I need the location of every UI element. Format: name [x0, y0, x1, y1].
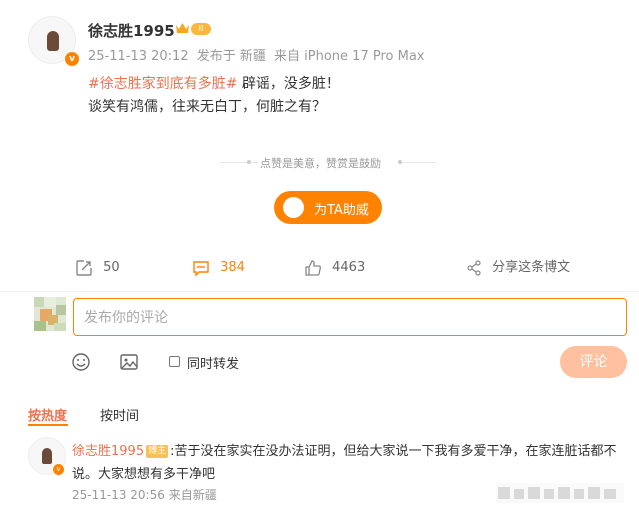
comment-avatar-figure	[42, 448, 52, 464]
share-label: 分享这条博文	[492, 260, 571, 275]
comment-username[interactable]: 徐志胜1995	[72, 444, 144, 459]
comment-body: 徐志胜1995 博主:苦于没在家实在没办法证明，但给大家说一下我有多爱干净，在家连…	[72, 440, 628, 486]
repost-button[interactable]: 50	[75, 258, 120, 278]
post-location: 发布于 新疆	[196, 49, 266, 64]
verified-badge: v	[64, 51, 80, 67]
share-icon	[467, 259, 481, 276]
like-icon	[305, 259, 321, 276]
crown-icon	[176, 23, 189, 33]
also-repost-label[interactable]: 同时转发	[187, 353, 239, 372]
post-hashtag[interactable]: #徐志胜家到底有多脏#	[88, 76, 237, 92]
post-text-line2: 谈笑有鸿儒，往来无白丁，何脏之有？	[88, 99, 326, 115]
active-tab-indicator	[28, 424, 68, 426]
like-count: 4463	[332, 260, 366, 275]
divider-dot-left	[247, 160, 251, 164]
reward-button-label: 为TA助威	[314, 203, 369, 218]
reward-button[interactable]: 为TA助威	[274, 191, 382, 224]
post-device: 来自 iPhone 17 Pro Max	[274, 49, 425, 64]
level-badge: II	[191, 23, 211, 35]
post-text1: 辟谣，没多脏！	[237, 76, 340, 92]
section-separator	[0, 291, 639, 292]
post-meta: 25-11-13 20:12 发布于 新疆 来自 iPhone 17 Pro M…	[88, 45, 428, 64]
avatar-figure	[47, 31, 59, 51]
also-repost-checkbox[interactable]	[169, 356, 180, 367]
divider-right	[398, 162, 436, 163]
post-time[interactable]: 25-11-13 20:12	[88, 49, 189, 64]
tab-time[interactable]: 按时间	[100, 405, 139, 424]
divider-left	[220, 162, 258, 163]
post-text-line1: #徐志胜家到底有多脏# 辟谣，没多脏！	[88, 73, 340, 93]
submit-comment-button[interactable]: 评论	[560, 346, 627, 378]
reward-tip: 点赞是美意，赞赏是鼓励	[260, 157, 381, 170]
like-button[interactable]: 4463	[304, 258, 365, 278]
comment-meta: 25-11-13 20:56 来自新疆	[72, 486, 217, 503]
reward-avatar-icon	[283, 197, 304, 218]
repost-icon	[76, 259, 92, 276]
comment-input-placeholder: 发布你的评论	[84, 310, 168, 326]
comment-verified-badge: v	[52, 463, 65, 476]
comment-button[interactable]: 384	[192, 258, 245, 278]
comment-input[interactable]: 发布你的评论	[73, 298, 627, 336]
repost-count: 50	[103, 260, 120, 275]
divider-dot-right	[398, 160, 402, 164]
author-name[interactable]: 徐志胜1995	[88, 20, 175, 41]
share-button[interactable]: 分享这条博文	[466, 258, 570, 278]
emoji-icon[interactable]	[71, 352, 91, 372]
author-badge: 博主	[146, 445, 169, 458]
image-icon[interactable]	[119, 352, 139, 372]
tab-hot[interactable]: 按热度	[28, 405, 67, 424]
comment-count: 384	[220, 260, 245, 275]
current-user-avatar[interactable]	[34, 297, 66, 331]
comment-time: 25-11-13 20:56	[72, 488, 165, 502]
comment-source: 来自新疆	[168, 488, 217, 502]
comment-icon	[193, 260, 209, 277]
redacted-area	[496, 483, 624, 503]
